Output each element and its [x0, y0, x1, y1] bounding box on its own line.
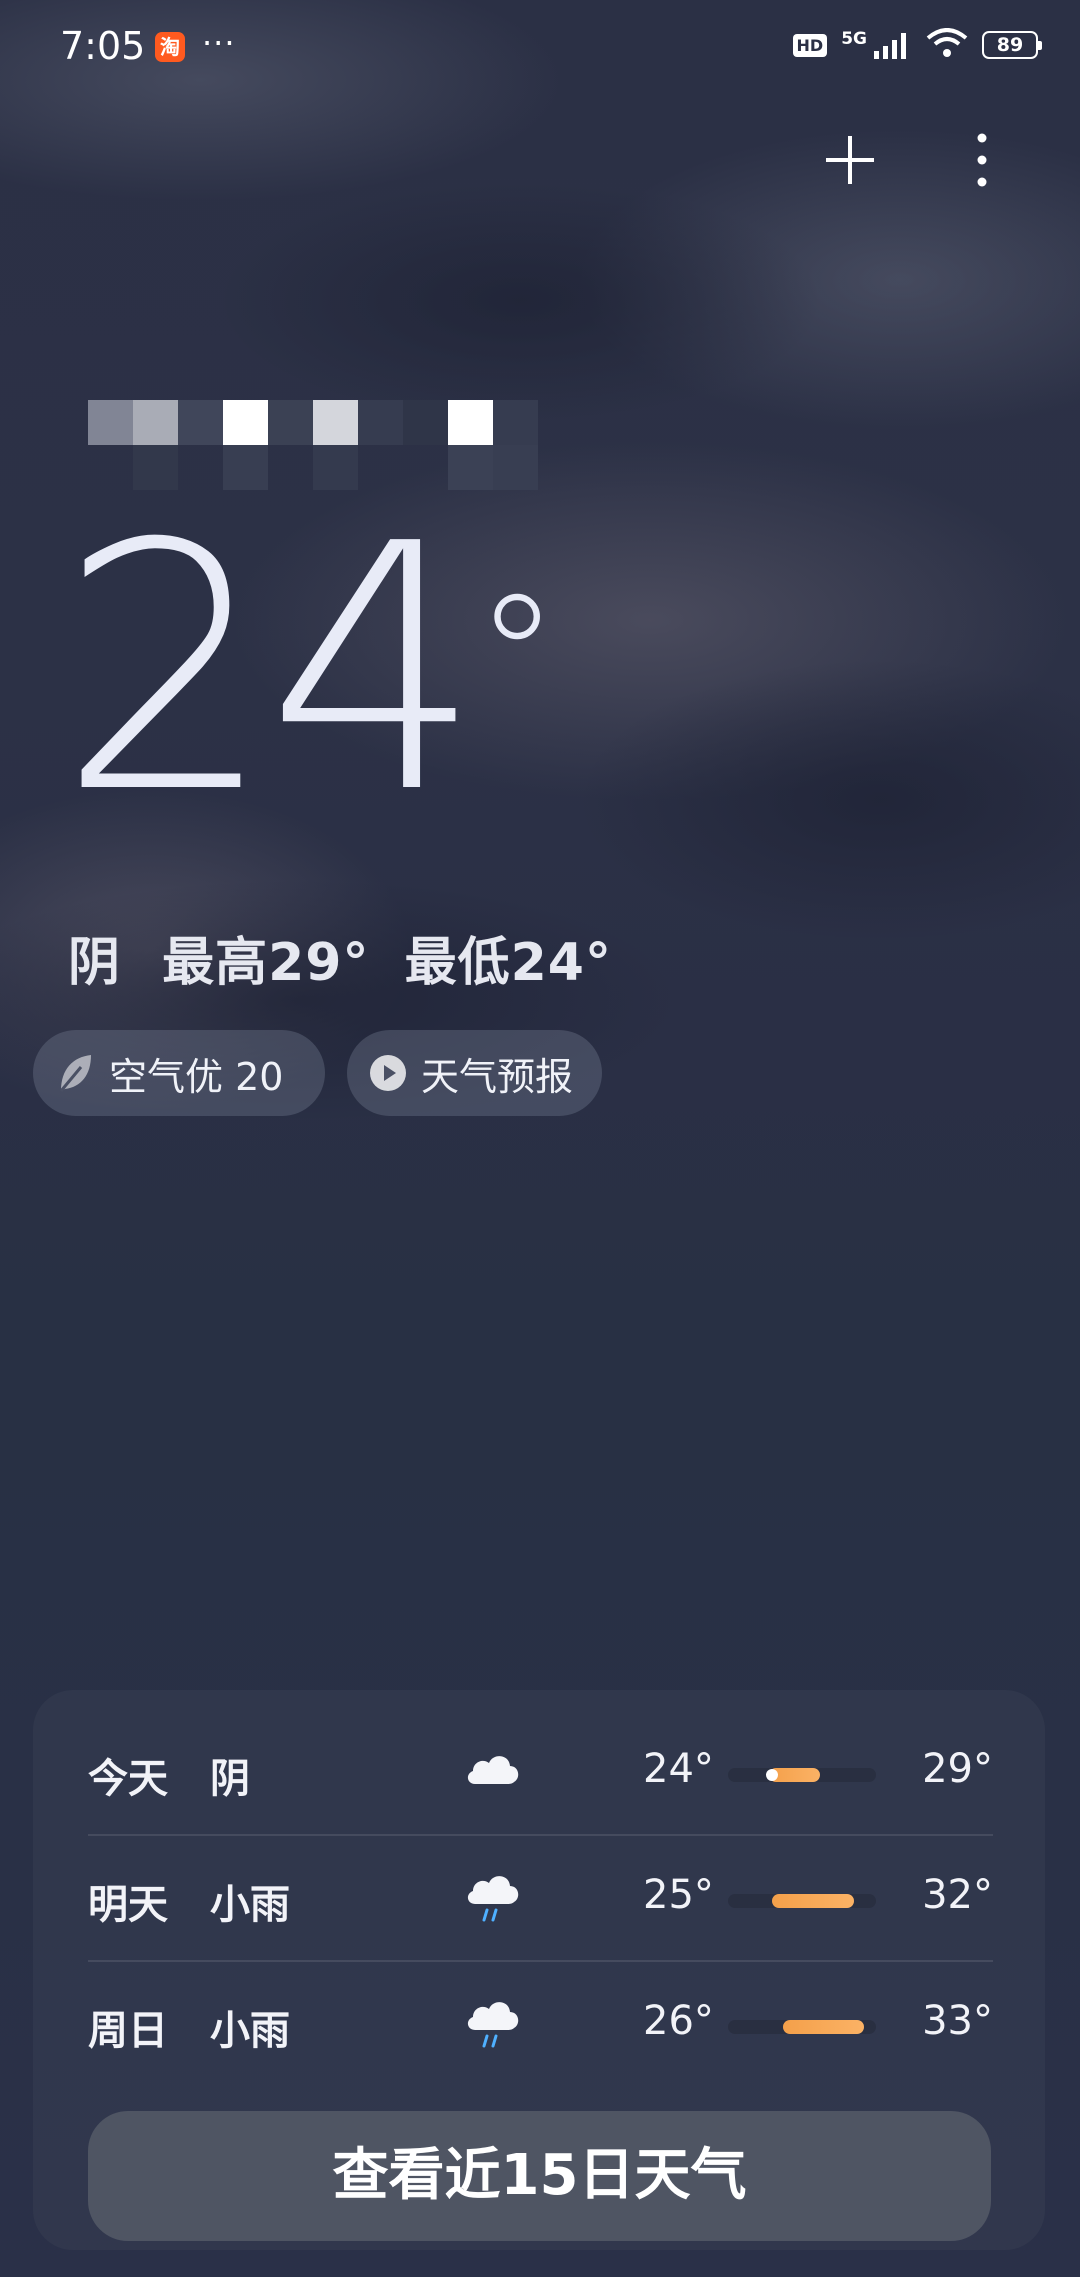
temperature-range-fill [782, 2020, 865, 2034]
condition-line: 阴 最高29° 最低24° [68, 920, 634, 995]
forecast-day: 明天 [88, 1882, 168, 1928]
play-icon [370, 1055, 406, 1091]
battery-icon: 89 [982, 31, 1042, 59]
forecast-row-tomorrow[interactable]: 明天 小雨 25° 32° [88, 1834, 993, 1960]
leaf-icon [59, 1055, 91, 1092]
forecast-high: 33° [922, 1998, 993, 2044]
wifi-icon [926, 28, 968, 62]
temperature-range-bar [728, 2020, 876, 2034]
current-temperature: 24° [58, 470, 560, 870]
more-notifications-indicator: ··· [202, 24, 236, 62]
forecast-condition: 小雨 [210, 1882, 290, 1928]
forecast-condition: 小雨 [210, 2008, 290, 2054]
more-options-button[interactable] [942, 120, 1022, 200]
status-time: 7:05 [60, 24, 146, 68]
forecast-day: 周日 [88, 2008, 168, 2054]
view-15-day-forecast-button[interactable]: 查看近15日天气 [88, 2111, 991, 2241]
current-condition: 阴 [68, 933, 122, 993]
add-city-button[interactable] [810, 120, 890, 200]
temperature-range-bar [728, 1768, 876, 1782]
signal-icon: 5G [841, 29, 912, 59]
air-quality-label: 空气优 20 [109, 1054, 284, 1099]
forecast-row-today[interactable]: 今天 阴 24° 29° [88, 1708, 993, 1834]
air-quality-chip[interactable]: 空气优 20 [33, 1030, 325, 1116]
forecast-row-sunday[interactable]: 周日 小雨 26° 33° [88, 1960, 993, 2086]
forecast-low: 24° [643, 1746, 714, 1792]
forecast-day: 今天 [88, 1756, 168, 1802]
more-vertical-icon [977, 133, 987, 187]
temperature-range-bar [728, 1894, 876, 1908]
weather-forecast-chip[interactable]: 天气预报 [347, 1030, 602, 1116]
forecast-low: 26° [643, 1998, 714, 2044]
forecast-low: 25° [643, 1872, 714, 1918]
plus-icon [826, 136, 874, 184]
taobao-notification-icon: 淘 [155, 32, 185, 62]
forecast-high: 29° [922, 1746, 993, 1792]
degree-symbol: ° [474, 559, 560, 757]
temperature-range-fill [772, 1894, 854, 1908]
temperature-value: 24 [58, 472, 483, 868]
rain-cloud-icon [467, 2002, 519, 2048]
status-bar: 7:05 淘 ··· HD 5G 89 [0, 0, 1080, 100]
cloud-icon [467, 1756, 519, 1784]
rain-cloud-icon [467, 1876, 519, 1922]
forecast-condition: 阴 [210, 1756, 250, 1802]
today-low: 最低24° [404, 933, 612, 993]
today-high: 最高29° [162, 933, 370, 993]
hd-icon: HD [792, 33, 828, 57]
forecast-high: 32° [922, 1872, 993, 1918]
weather-forecast-label: 天气预报 [421, 1054, 574, 1099]
